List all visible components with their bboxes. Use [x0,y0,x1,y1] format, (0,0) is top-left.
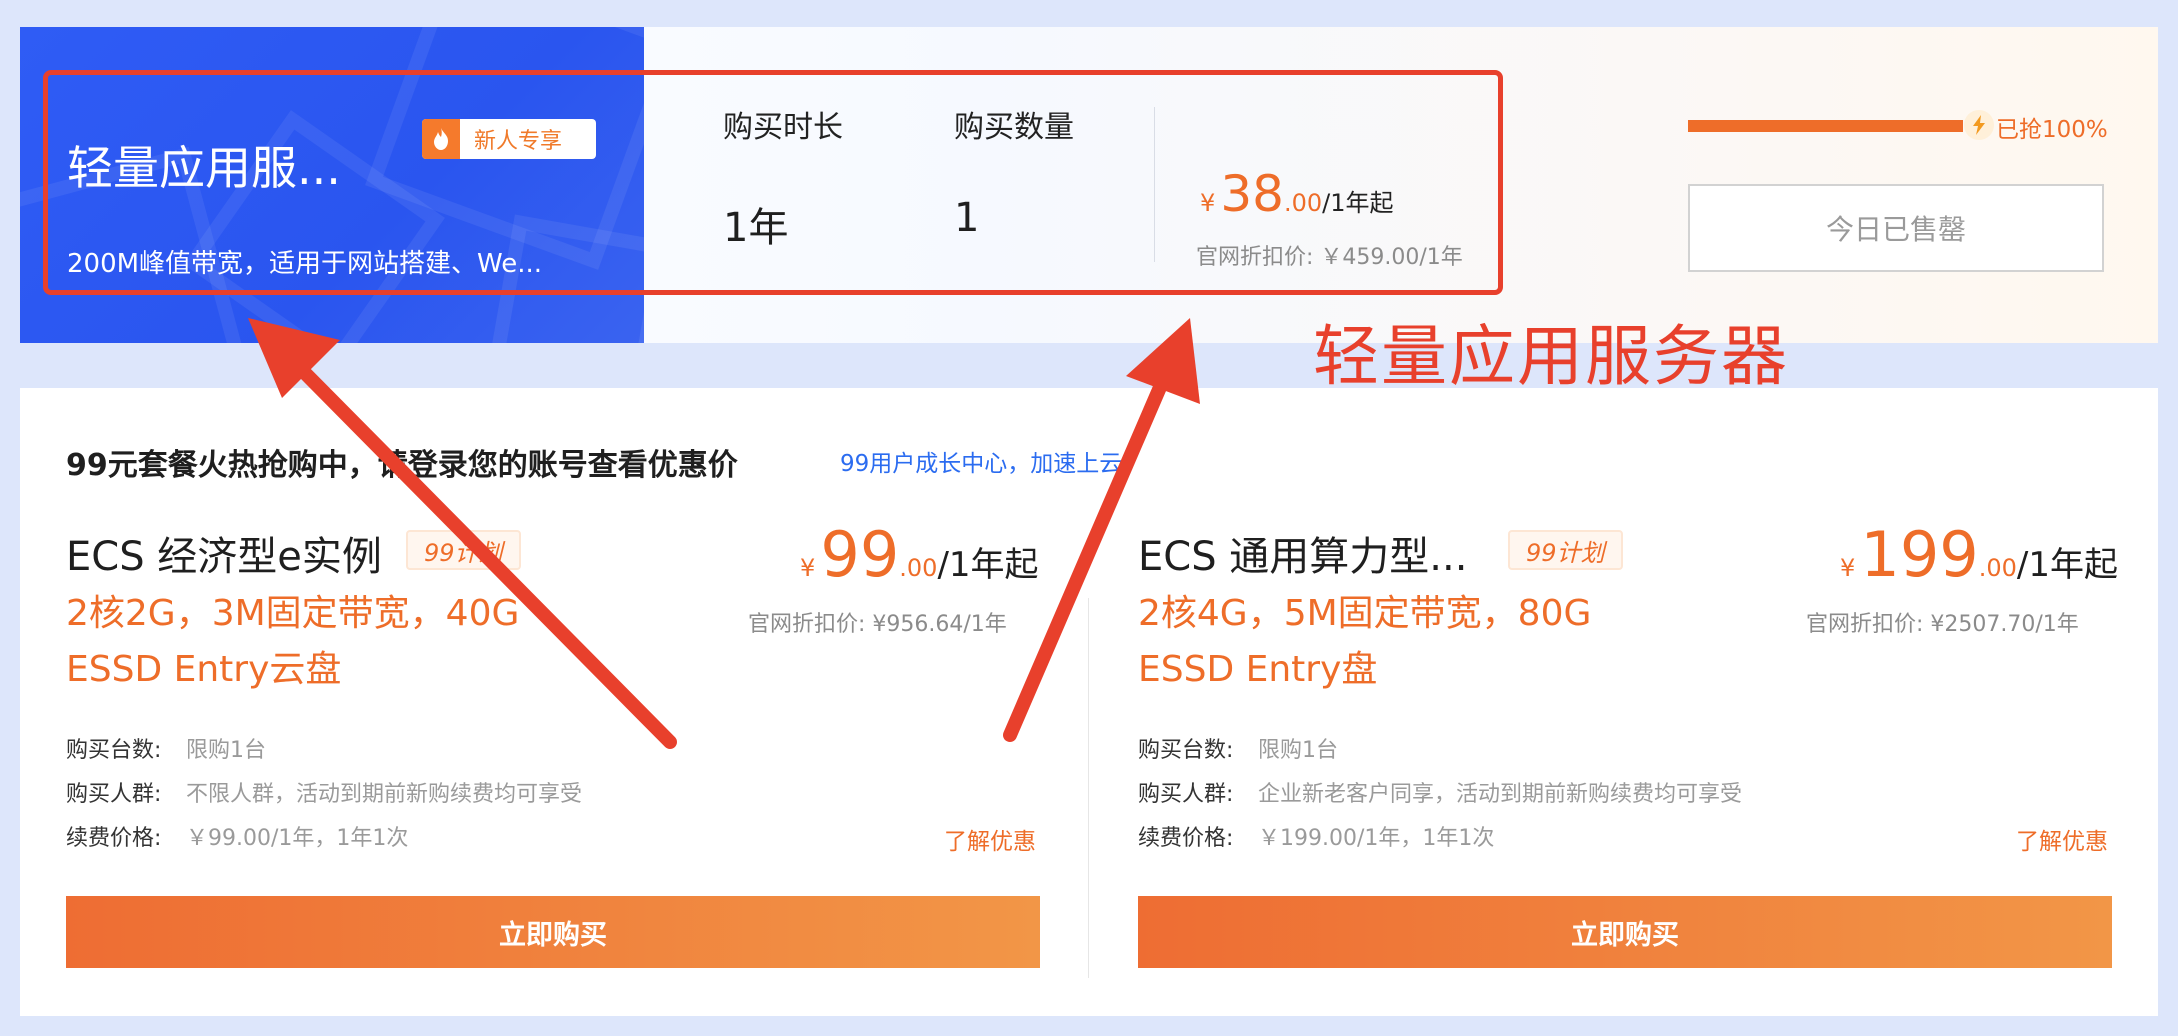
annotation-label: 轻量应用服务器 [1313,318,1789,395]
info-value: 不限人群，活动到期前新购续费均可享受 [186,782,583,807]
spec-line: ESSD Entry云盘 [66,649,342,690]
learn-more-link[interactable]: 了解优惠 [2016,822,2108,856]
spec-line: 2核4G，5M固定带宽，80G [1138,593,1592,634]
spec-line: 2核2G，3M固定带宽，40G [66,593,520,634]
stock-progress-fill [1688,120,1963,132]
official-price: 官网折扣价: ¥956.64/1年 [748,612,1007,637]
info-label: 续费价格: [1138,826,1234,851]
official-price: 官网折扣价: ¥2507.70/1年 [1806,612,2079,637]
spec-line: ESSD Entry盘 [1138,649,1378,690]
plan-badge: 99计划 [1508,530,1623,570]
info-value: ￥199.00/1年，1年1次 [1258,826,1495,851]
info-label: 购买台数: [1138,738,1234,763]
info-value: ￥99.00/1年，1年1次 [186,826,409,851]
price: ¥ 199.00/1年起 [1840,518,2118,591]
info-label: 续费价格: [66,826,162,851]
info-label: 购买台数: [66,738,162,763]
price: ¥ 99.00/1年起 [800,518,1039,591]
info-label: 购买人群: [1138,782,1234,807]
plan-badge: 99计划 [406,530,521,570]
product-title-ecs-e: ECS 经济型e实例 [66,534,382,580]
annotation-frame [43,70,1503,295]
stock-progress-bar [1688,120,1963,132]
divider [1088,598,1089,978]
soldout-button[interactable]: 今日已售罄 [1688,184,2104,272]
info-value: 限购1台 [186,738,266,763]
info-value: 限购1台 [1258,738,1338,763]
growth-center-link[interactable]: 99用户成长中心，加速上云 [840,444,1122,478]
ecs-offer-section: 99元套餐火热抢购中，请登录您的账号查看优惠价 99用户成长中心，加速上云 EC… [20,388,2158,1016]
info-label: 购买人群: [66,782,162,807]
buy-now-button[interactable]: 立即购买 [66,896,1040,968]
learn-more-link[interactable]: 了解优惠 [944,822,1036,856]
buy-now-button[interactable]: 立即购买 [1138,896,2112,968]
login-notice: 99元套餐火热抢购中，请登录您的账号查看优惠价 [66,448,738,483]
lightning-icon [1964,110,1994,140]
product-title-ecs-general: ECS 通用算力型... [1138,534,1468,580]
info-value: 企业新老客户同享，活动到期前新购续费均可享受 [1258,782,1743,807]
stock-progress-text: 已抢100% [1996,117,2108,143]
